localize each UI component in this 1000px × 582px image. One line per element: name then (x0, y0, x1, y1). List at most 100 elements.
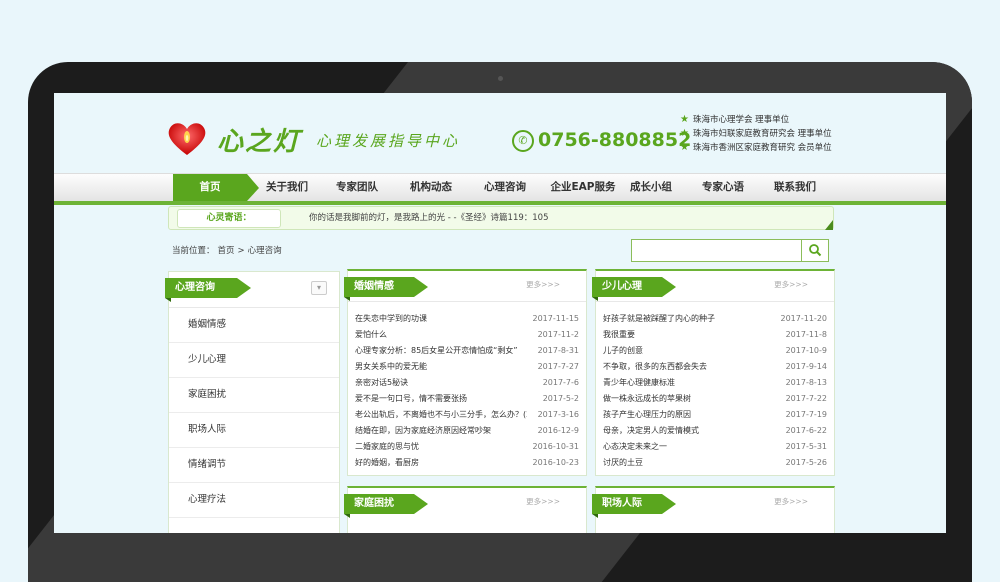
nav-experts[interactable]: 专家团队 (320, 174, 394, 201)
search-input[interactable] (632, 242, 800, 262)
list-item[interactable]: 孩子产生心理压力的原因 2017-7-19 (603, 407, 827, 423)
sidebar-item-marriage[interactable]: 婚姻情感 (169, 308, 339, 343)
article-date: 2017-7-27 (537, 362, 579, 371)
sidebar-item-family[interactable]: 家庭困扰 (169, 378, 339, 413)
article-title[interactable]: 老公出轨后，不离婚也不与小三分手，怎么办？(2 (355, 407, 527, 423)
qualification-item: ★ 珠海市妇联家庭教育研究会 理事单位 (680, 127, 832, 141)
list-item[interactable]: 爱怕什么 2017-11-2 (355, 327, 579, 343)
qualification-list: ★ 珠海市心理学会 理事单位 ★ 珠海市妇联家庭教育研究会 理事单位 ★ 珠海市香洲区… (680, 113, 832, 155)
list-item[interactable]: 男女关系中的爱无能 2017-7-27 (355, 359, 579, 375)
list-item[interactable]: 做一株永远成长的苹果树 2017-7-22 (603, 391, 827, 407)
breadcrumb-home[interactable]: 首页 (218, 246, 235, 256)
panel-title: 家庭困扰 (344, 494, 428, 518)
article-date: 2017-5-31 (785, 442, 827, 451)
article-date: 2017-10-9 (785, 346, 827, 355)
heart-lamp-logo-icon (168, 123, 206, 155)
article-list: 在失恋中学到的功课 2017-11-15 爱怕什么 2017-11-2 心理专家分析：8… (355, 311, 579, 471)
article-title[interactable]: 我很重要 (603, 327, 775, 343)
more-link[interactable]: 更多>>> (526, 496, 560, 507)
article-title[interactable]: 青少年心理健康标准 (603, 375, 775, 391)
list-item[interactable]: 儿子的创意 2017-10-9 (603, 343, 827, 359)
article-title[interactable]: 亲密对话5秘诀 (355, 375, 527, 391)
list-item[interactable]: 二婚家庭的思与忧 2016-10-31 (355, 439, 579, 455)
article-title[interactable]: 在失恋中学到的功课 (355, 311, 527, 327)
breadcrumb-separator: > (237, 246, 245, 256)
list-item[interactable]: 爱不是一句口号，情不需要张扬 2017-5-2 (355, 391, 579, 407)
sidebar-item-emotion[interactable]: 情绪调节 (169, 448, 339, 483)
nav-eap[interactable]: 企业EAP服务 (542, 174, 624, 201)
sidebar-item-children[interactable]: 少儿心理 (169, 343, 339, 378)
list-item[interactable]: 讨厌的土豆 2017-5-26 (603, 455, 827, 471)
article-title[interactable]: 二婚家庭的思与忧 (355, 439, 527, 455)
article-date: 2017-11-15 (532, 314, 580, 323)
nav-news[interactable]: 机构动态 (394, 174, 468, 201)
article-title[interactable]: 做一株永远成长的苹果树 (603, 391, 775, 407)
panel-family: 家庭困扰 更多>>> (344, 486, 587, 533)
article-title[interactable]: 孩子产生心理压力的原因 (603, 407, 775, 423)
panel-title: 少儿心理 (592, 277, 676, 301)
corner-fold (825, 220, 833, 230)
article-title[interactable]: 好孩子就是被踩醒了内心的种子 (603, 311, 775, 327)
brand-subtitle: 心理发展指导中心 (316, 132, 461, 150)
article-title[interactable]: 好的婚姻，看厨房 (355, 455, 527, 471)
nav-counseling[interactable]: 心理咨询 (468, 174, 542, 201)
nav-growth-group[interactable]: 成长小组 (614, 174, 688, 201)
search-icon (809, 244, 822, 257)
article-title[interactable]: 不争取，很多的东西都会失去 (603, 359, 775, 375)
sidebar-item-therapy[interactable]: 心理疗法 (169, 483, 339, 518)
breadcrumb: 当前位置： 首页 > 心理咨询 (172, 244, 285, 256)
list-item[interactable]: 亲密对话5秘诀 2017-7-6 (355, 375, 579, 391)
message-bar: 心灵寄语： 你的话是我脚前的灯，是我路上的光 - -《圣经》诗篇119：105 (168, 206, 834, 230)
divider (348, 301, 586, 302)
more-link[interactable]: 更多>>> (774, 279, 808, 290)
article-date: 2017-9-14 (785, 362, 827, 371)
qualification-item: ★ 珠海市香洲区家庭教育研究 会员单位 (680, 141, 832, 155)
list-item[interactable]: 心态决定未来之一 2017-5-31 (603, 439, 827, 455)
list-item[interactable]: 青少年心理健康标准 2017-8-13 (603, 375, 827, 391)
nav-expert-words[interactable]: 专家心语 (686, 174, 760, 201)
list-item[interactable]: 在失恋中学到的功课 2017-11-15 (355, 311, 579, 327)
star-icon: ★ (680, 114, 689, 125)
phone-text: 0756-8808852 (538, 129, 692, 151)
list-item[interactable]: 结婚在即，因为家庭经济原因经常吵架 2016-12-9 (355, 423, 579, 439)
list-item[interactable]: 好孩子就是被踩醒了内心的种子 2017-11-20 (603, 311, 827, 327)
article-title[interactable]: 心理专家分析：85后女星公开恋情怕成“剩女” (355, 343, 527, 359)
panel-workplace: 职场人际 更多>>> (592, 486, 835, 533)
article-date: 2017-8-31 (537, 346, 579, 355)
article-date: 2017-7-22 (785, 394, 827, 403)
list-item[interactable]: 母亲，决定男人的爱情模式 2017-6-22 (603, 423, 827, 439)
message-text: 你的话是我脚前的灯，是我路上的光 - -《圣经》诗篇119：105 (309, 213, 549, 223)
article-title[interactable]: 儿子的创意 (603, 343, 775, 359)
search-button[interactable] (801, 240, 828, 261)
webcam (498, 76, 503, 81)
qualification-text: 珠海市妇联家庭教育研究会 理事单位 (692, 129, 832, 139)
article-title[interactable]: 结婚在即，因为家庭经济原因经常吵架 (355, 423, 527, 439)
list-item[interactable]: 不争取，很多的东西都会失去 2017-9-14 (603, 359, 827, 375)
star-icon: ★ (680, 142, 689, 153)
article-date: 2016-10-31 (532, 442, 580, 451)
article-title[interactable]: 爱不是一句口号，情不需要张扬 (355, 391, 527, 407)
list-item[interactable]: 我很重要 2017-11-8 (603, 327, 827, 343)
panel-title: 职场人际 (592, 494, 676, 518)
list-item[interactable]: 老公出轨后，不离婚也不与小三分手，怎么办？(2 2017-3-16 (355, 407, 579, 423)
article-title[interactable]: 爱怕什么 (355, 327, 527, 343)
more-link[interactable]: 更多>>> (526, 279, 560, 290)
divider (596, 301, 834, 302)
article-date: 2017-11-2 (537, 330, 579, 339)
qualification-text: 珠海市香洲区家庭教育研究 会员单位 (692, 143, 832, 153)
nav-about[interactable]: 关于我们 (250, 174, 324, 201)
article-title[interactable]: 母亲，决定男人的爱情模式 (603, 423, 775, 439)
article-list: 好孩子就是被踩醒了内心的种子 2017-11-20 我很重要 2017-11-8 儿子的… (603, 311, 827, 471)
article-title[interactable]: 心态决定未来之一 (603, 439, 775, 455)
list-item[interactable]: 心理专家分析：85后女星公开恋情怕成“剩女” 2017-8-31 (355, 343, 579, 359)
sidebar-list: 婚姻情感 少儿心理 家庭困扰 职场人际 情绪调节 心理疗法 (169, 307, 339, 518)
collapse-icon[interactable]: ▾ (311, 281, 327, 295)
nav-home[interactable]: 首页 (173, 174, 259, 201)
panel-title: 婚姻情感 (344, 277, 428, 301)
nav-contact[interactable]: 联系我们 (758, 174, 832, 201)
article-title[interactable]: 讨厌的土豆 (603, 455, 775, 471)
sidebar-item-workplace[interactable]: 职场人际 (169, 413, 339, 448)
more-link[interactable]: 更多>>> (774, 496, 808, 507)
article-title[interactable]: 男女关系中的爱无能 (355, 359, 527, 375)
list-item[interactable]: 好的婚姻，看厨房 2016-10-23 (355, 455, 579, 471)
